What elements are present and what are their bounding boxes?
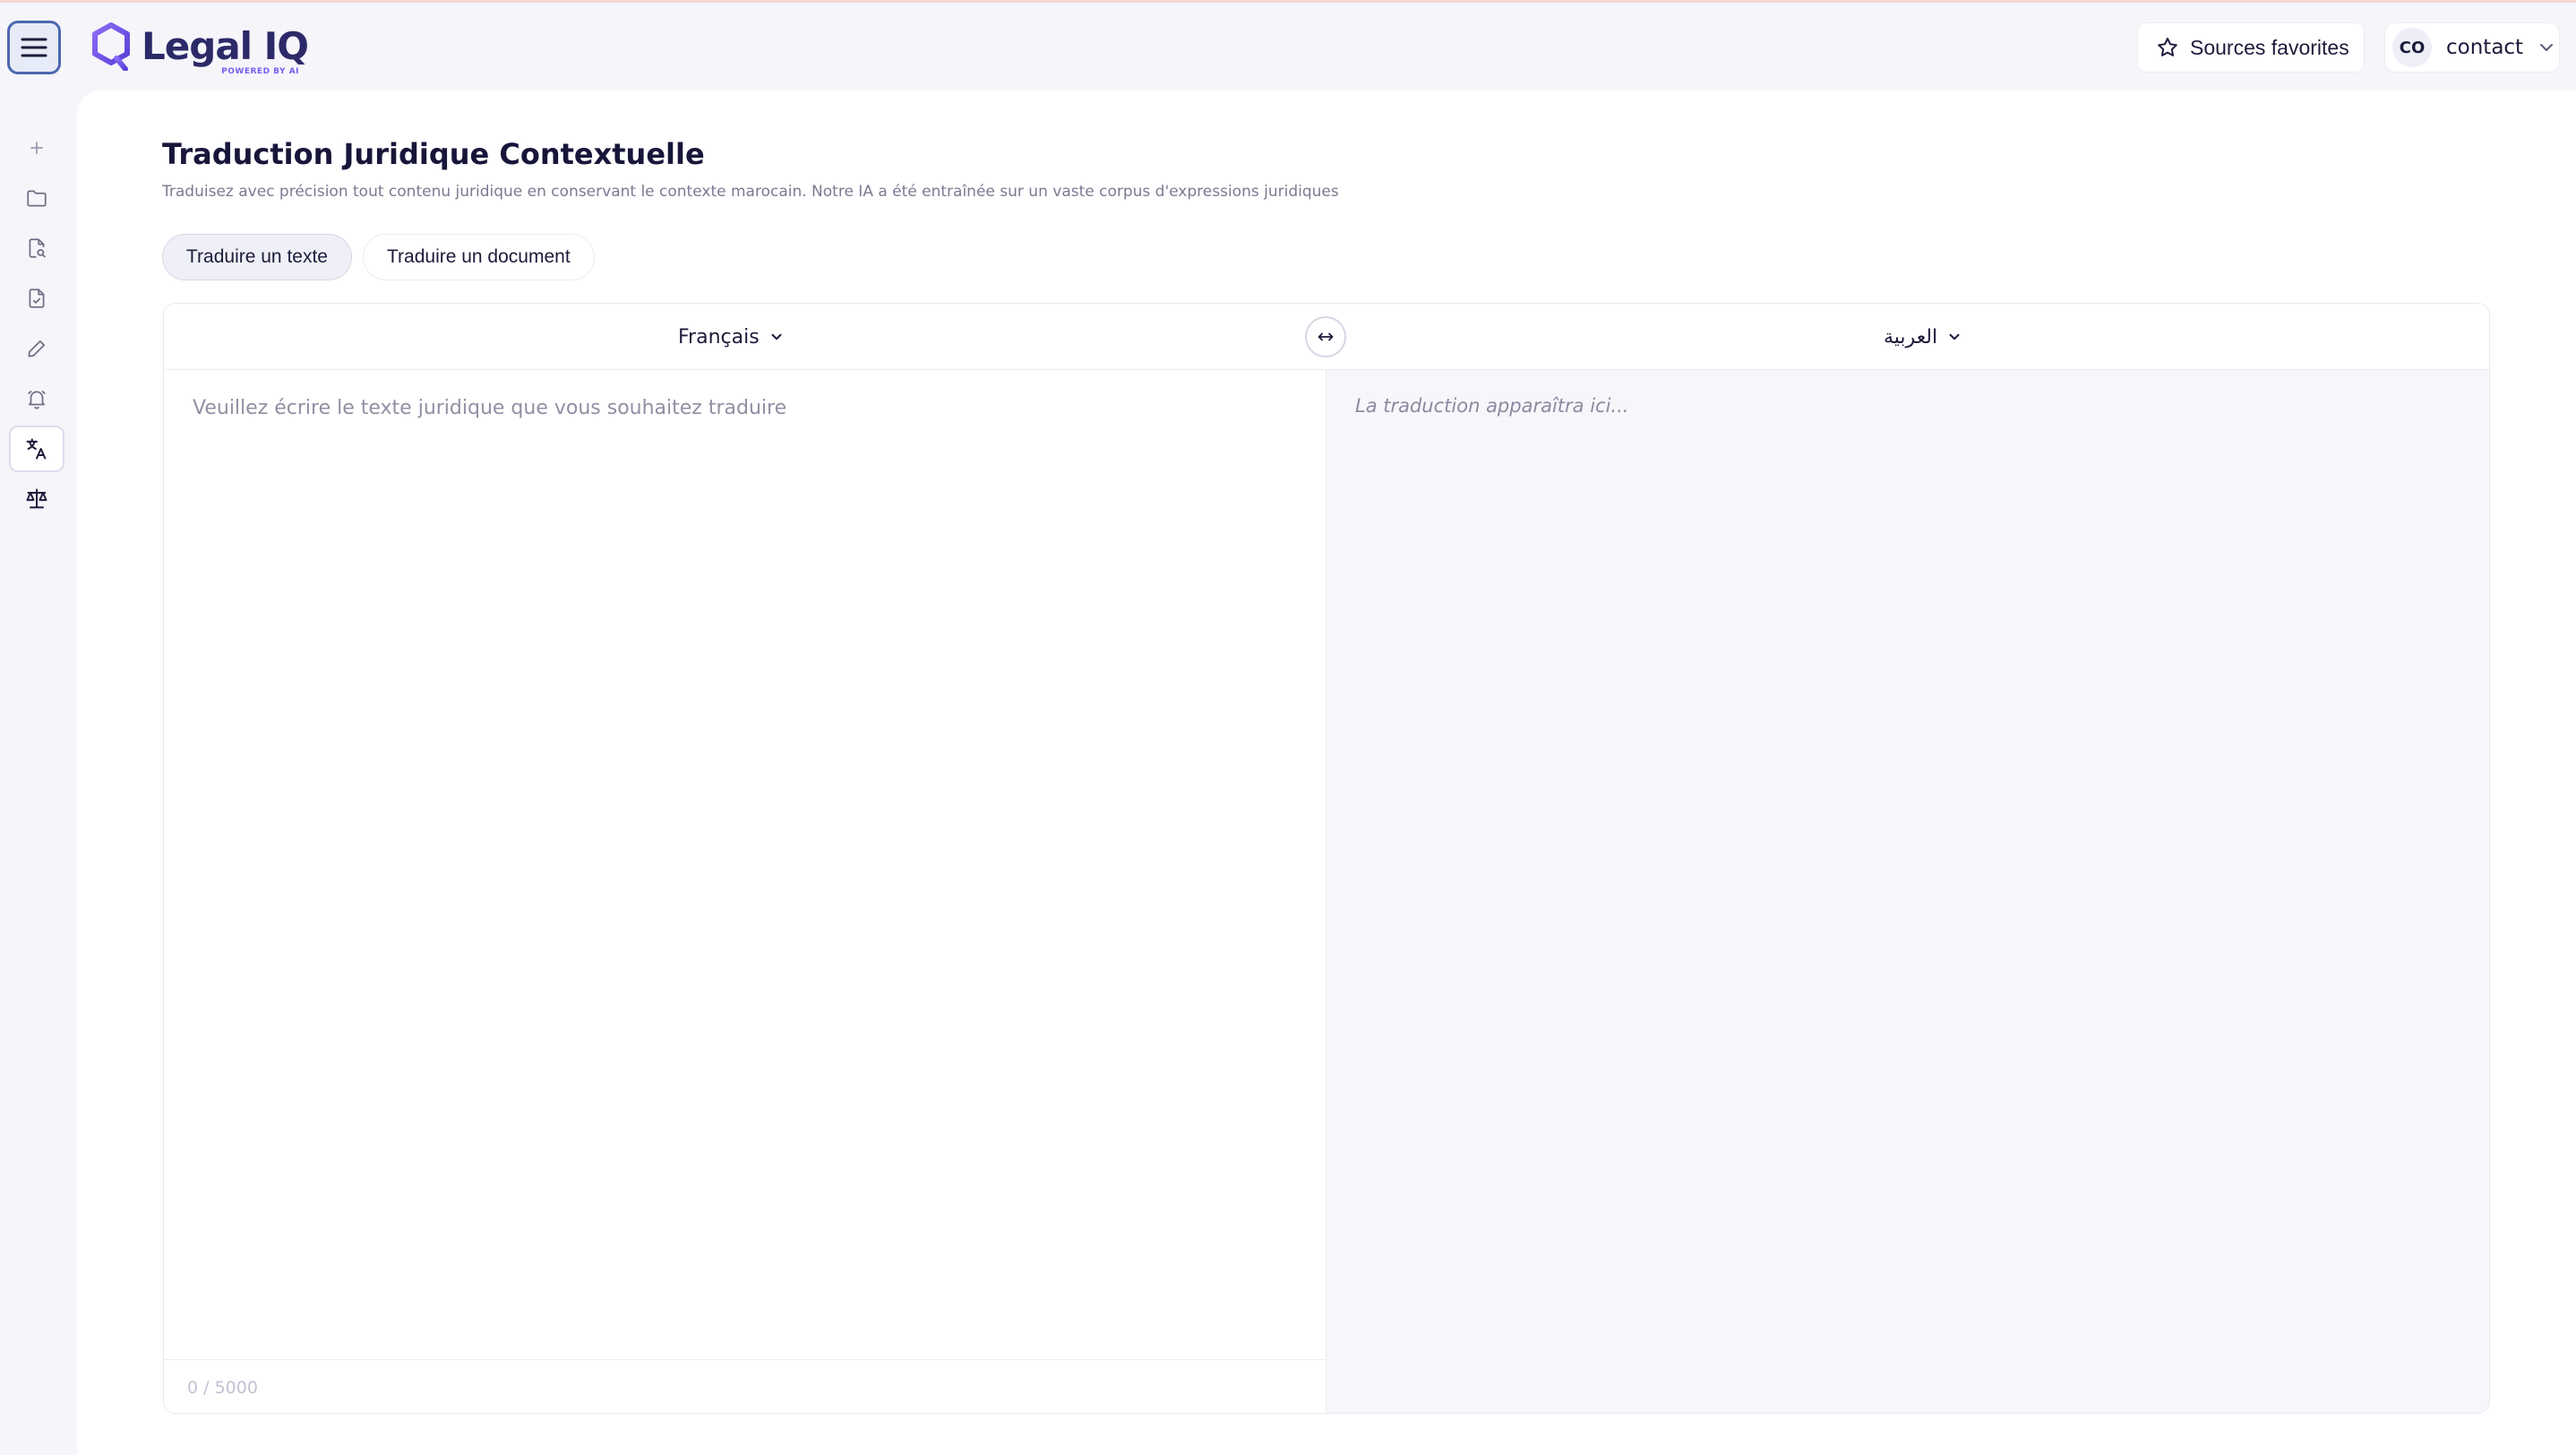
- sidebar-item-translation[interactable]: [9, 426, 64, 472]
- plus-icon: [26, 137, 47, 159]
- sidebar-item-new[interactable]: [9, 125, 64, 171]
- page-subtitle: Traduisez avec précision tout contenu ju…: [162, 183, 1339, 201]
- brand-name: Legal IQ: [142, 24, 309, 68]
- sidebar: [0, 90, 73, 1455]
- swap-languages-button[interactable]: [1305, 316, 1346, 357]
- menu-toggle-button[interactable]: [7, 21, 61, 74]
- hexagon-logo-icon: [91, 22, 131, 71]
- sidebar-item-document-search[interactable]: [9, 225, 64, 271]
- main-content: Traduction Juridique Contextuelle Tradui…: [77, 90, 2576, 1455]
- translate-icon: [24, 436, 49, 461]
- translation-placeholder: La traduction apparaîtra ici...: [1355, 395, 1629, 417]
- app-header: Legal IQ POWERED BY AI Sources favorites…: [0, 3, 2576, 90]
- sidebar-item-document-check[interactable]: [9, 275, 64, 322]
- chevron-down-icon: [1946, 329, 1962, 345]
- chevron-down-icon: [769, 329, 785, 345]
- page-title: Traduction Juridique Contextuelle: [162, 137, 705, 171]
- translation-editor: Français العربية 0 / 5000 L: [163, 303, 2490, 1414]
- document-search-icon: [25, 237, 48, 260]
- target-language-select[interactable]: العربية: [1884, 320, 1962, 354]
- translation-output-pane: La traduction apparaîtra ici...: [1327, 370, 2489, 1413]
- scales-icon: [24, 486, 49, 512]
- target-language-label: العربية: [1884, 325, 1938, 349]
- sidebar-item-law[interactable]: [9, 476, 64, 522]
- user-name: contact: [2446, 36, 2524, 59]
- chevron-down-icon: [2537, 39, 2555, 56]
- favorite-sources-label: Sources favorites: [2190, 35, 2349, 59]
- sidebar-item-folders[interactable]: [9, 175, 64, 221]
- source-language-label: Français: [678, 325, 760, 349]
- language-bar: Français العربية: [164, 304, 2489, 370]
- user-menu-button[interactable]: CO contact: [2384, 22, 2560, 73]
- source-language-select[interactable]: Français: [678, 320, 785, 354]
- bell-icon: [25, 387, 48, 410]
- sidebar-item-edit[interactable]: [9, 325, 64, 372]
- source-pane: 0 / 5000: [164, 370, 1327, 1413]
- character-counter: 0 / 5000: [164, 1359, 1326, 1413]
- avatar: CO: [2392, 28, 2432, 67]
- star-icon: [2156, 36, 2179, 59]
- swap-arrows-icon: [1316, 331, 1335, 343]
- sidebar-item-alerts[interactable]: [9, 375, 64, 422]
- tab-translate-text[interactable]: Traduire un texte: [162, 234, 352, 280]
- tab-translate-document[interactable]: Traduire un document: [362, 234, 595, 280]
- hamburger-icon: [21, 37, 47, 58]
- brand-tagline: POWERED BY AI: [221, 67, 300, 76]
- source-text-input[interactable]: [164, 370, 1326, 1359]
- brand-logo[interactable]: Legal IQ POWERED BY AI: [91, 19, 309, 76]
- document-check-icon: [25, 287, 48, 310]
- favorite-sources-button[interactable]: Sources favorites: [2137, 22, 2365, 73]
- folder-icon: [25, 186, 48, 210]
- pencil-icon: [25, 337, 48, 360]
- mode-tabs: Traduire un texte Traduire un document: [162, 234, 595, 280]
